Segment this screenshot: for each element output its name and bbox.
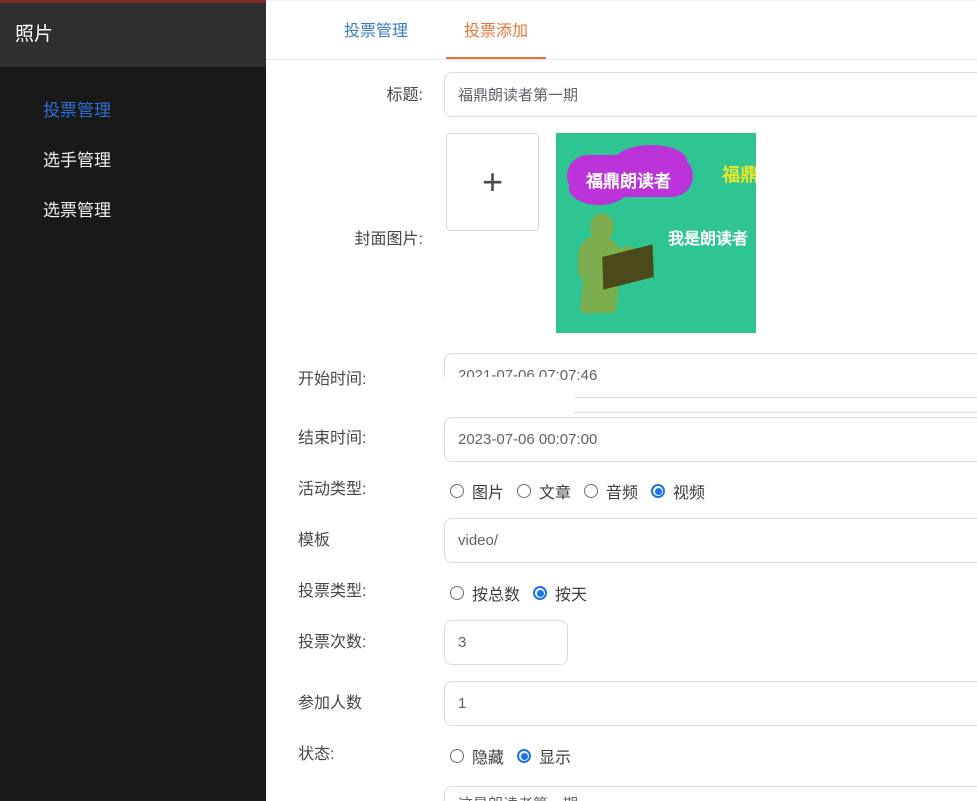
end-time-input[interactable]: 2023-07-06 00:07:00	[444, 417, 977, 462]
sidebar-title: 照片	[0, 3, 266, 67]
tab-bar: 投票管理 投票添加	[266, 0, 977, 60]
template-label: 模板	[298, 531, 330, 551]
radio-option-label: 音频	[606, 479, 638, 503]
vote-type-radio-group: 按总数 按天	[450, 581, 600, 605]
description-input[interactable]: 这是朗读者第一期	[444, 786, 977, 801]
radio-option-label: 按总数	[472, 581, 520, 605]
sidebar-item-contestant-manage[interactable]: 选手管理	[0, 136, 266, 186]
preview-corner-text: 福鼎	[722, 161, 756, 187]
datetime-picker-divider	[573, 412, 977, 413]
datetime-picker-overlay	[436, 377, 558, 414]
radio-unchecked-icon[interactable]	[450, 484, 464, 498]
end-time-label: 结束时间:	[298, 429, 366, 449]
activity-type-label: 活动类型:	[298, 480, 366, 500]
vote-type-label: 投票类型:	[298, 582, 366, 602]
cover-preview-image[interactable]: 福鼎朗读者 福鼎 我是朗读者	[556, 133, 756, 333]
radio-option-label: 隐藏	[472, 744, 504, 768]
preview-caption-text: 我是朗读者	[668, 225, 748, 249]
title-label: 标题:	[278, 86, 423, 106]
tab-vote-add[interactable]: 投票添加	[446, 1, 546, 59]
radio-option-按天[interactable]: 按天	[533, 581, 587, 605]
radio-option-label: 按天	[555, 581, 587, 605]
status-label: 状态:	[298, 745, 334, 765]
sidebar-item-ballot-manage[interactable]: 选票管理	[0, 186, 266, 236]
radio-option-视频[interactable]: 视频	[651, 479, 705, 503]
radio-checked-icon[interactable]	[651, 484, 665, 498]
upload-image-button[interactable]: +	[446, 133, 539, 231]
radio-option-文章[interactable]: 文章	[517, 479, 571, 503]
radio-unchecked-icon[interactable]	[517, 484, 531, 498]
main-content: 投票管理 投票添加 标题: 福鼎朗读者第一期 封面图片: + 福鼎朗读者 福鼎 …	[266, 0, 977, 801]
radio-option-隐藏[interactable]: 隐藏	[450, 744, 504, 768]
title-input[interactable]: 福鼎朗读者第一期	[444, 72, 977, 117]
radio-option-label: 视频	[673, 479, 705, 503]
description-input-value: 这是朗读者第一期	[458, 793, 578, 801]
participants-input-value: 1	[458, 695, 466, 712]
radio-option-label: 图片	[472, 479, 504, 503]
preview-badge-text: 福鼎朗读者	[586, 167, 671, 192]
radio-checked-icon[interactable]	[533, 586, 547, 600]
start-time-label: 开始时间:	[298, 370, 366, 390]
radio-option-音频[interactable]: 音频	[584, 479, 638, 503]
radio-option-图片[interactable]: 图片	[450, 479, 504, 503]
template-input[interactable]: video/	[444, 518, 977, 563]
activity-type-radio-group: 图片 文章 音频 视频	[450, 479, 718, 503]
plus-icon: +	[482, 164, 503, 200]
radio-checked-icon[interactable]	[517, 749, 531, 763]
radio-unchecked-icon[interactable]	[450, 749, 464, 763]
radio-option-显示[interactable]: 显示	[517, 744, 571, 768]
radio-option-label: 文章	[539, 479, 571, 503]
vote-count-input-value: 3	[458, 634, 466, 651]
title-input-value: 福鼎朗读者第一期	[458, 84, 578, 105]
radio-option-label: 显示	[539, 744, 571, 768]
vote-count-label: 投票次数:	[298, 633, 366, 653]
participants-input[interactable]: 1	[444, 681, 977, 726]
template-input-value: video/	[458, 532, 498, 549]
radio-unchecked-icon[interactable]	[584, 484, 598, 498]
sidebar: 照片 投票管理 选手管理 选票管理	[0, 0, 266, 801]
sidebar-nav: 投票管理 选手管理 选票管理	[0, 86, 266, 236]
radio-option-按总数[interactable]: 按总数	[450, 581, 520, 605]
end-time-input-value: 2023-07-06 00:07:00	[458, 431, 597, 448]
datetime-picker-overlay	[557, 383, 575, 414]
tab-vote-manage[interactable]: 投票管理	[330, 1, 422, 57]
vote-count-input[interactable]: 3	[444, 620, 568, 665]
sidebar-item-vote-manage[interactable]: 投票管理	[0, 86, 266, 136]
cover-label: 封面图片:	[278, 230, 423, 250]
radio-unchecked-icon[interactable]	[450, 586, 464, 600]
participants-label: 参加人数	[298, 694, 362, 714]
status-radio-group: 隐藏 显示	[450, 744, 584, 768]
